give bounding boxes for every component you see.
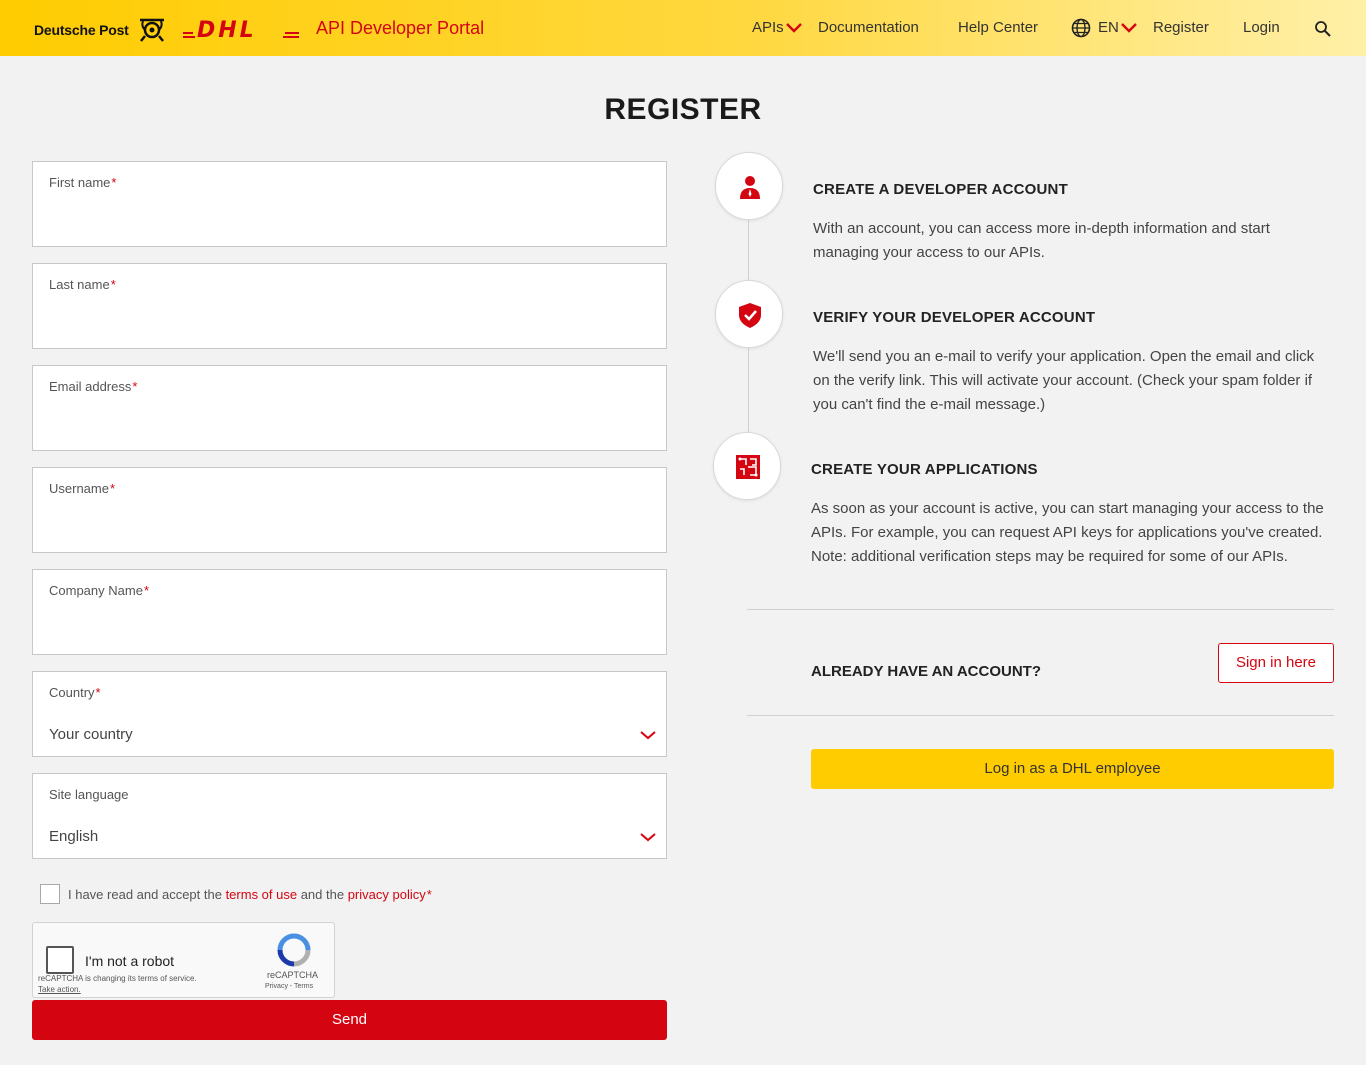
required-mark: * — [110, 277, 116, 292]
chevron-down-icon[interactable] — [786, 22, 802, 34]
country-select[interactable]: Country* Your country — [32, 671, 667, 757]
step-title: CREATE YOUR APPLICATIONS — [811, 461, 1038, 478]
recaptcha-widget: I'm not a robot reCAPTCHA is changing it… — [32, 922, 335, 998]
step-icon-circle — [715, 280, 783, 348]
terms-checkbox[interactable] — [40, 884, 60, 904]
last-name-field[interactable]: Last name* — [32, 263, 667, 349]
step-description: We'll send you an e-mail to verify your … — [813, 348, 1315, 413]
required-mark: * — [143, 583, 149, 598]
last-name-label: Last name* — [49, 277, 116, 292]
site-language-value[interactable]: English — [49, 828, 98, 845]
page-title: REGISTER — [604, 93, 762, 126]
required-mark: * — [111, 175, 117, 190]
divider — [747, 715, 1334, 716]
shield-check-icon — [739, 303, 761, 328]
captcha-privacy-terms[interactable]: Privacy - Terms — [265, 983, 313, 990]
user-icon — [740, 176, 760, 199]
captcha-label: I'm not a robot — [85, 953, 175, 969]
search-icon[interactable] — [1314, 20, 1332, 38]
required-mark: * — [132, 379, 138, 394]
circuit-icon — [736, 455, 760, 479]
country-value[interactable]: Your country — [49, 726, 133, 743]
divider — [747, 609, 1334, 610]
captcha-notice: reCAPTCHA is changing its terms of servi… — [38, 974, 197, 983]
captcha-brand: reCAPTCHA — [267, 970, 319, 980]
site-header: Deutsche Post DHL API Developer Portal A… — [0, 0, 1366, 56]
email-field[interactable]: Email address* — [32, 365, 667, 451]
required-mark: * — [426, 887, 432, 902]
terms-of-use-link[interactable]: terms of use — [226, 887, 298, 902]
captcha-take-action-link[interactable]: Take action. — [38, 985, 81, 994]
portal-title[interactable]: API Developer Portal — [316, 18, 484, 39]
first-name-field[interactable]: First name* — [32, 161, 667, 247]
company-name-field[interactable]: Company Name* — [32, 569, 667, 655]
step-icon-circle — [715, 152, 783, 220]
nav-language[interactable]: EN — [1098, 19, 1119, 36]
first-name-label: First name* — [49, 175, 117, 190]
already-have-account-label: ALREADY HAVE AN ACCOUNT? — [811, 663, 1042, 680]
nav-login[interactable]: Login — [1243, 19, 1280, 36]
email-label: Email address* — [49, 379, 138, 394]
step-description: With an account, you can access more in-… — [813, 220, 1270, 261]
username-label: Username* — [49, 481, 116, 496]
dhl-employee-login-button[interactable]: Log in as a DHL employee — [811, 749, 1334, 789]
required-mark: * — [95, 685, 101, 700]
send-button[interactable]: Send — [32, 1000, 667, 1040]
company-name-label: Company Name* — [49, 583, 149, 598]
deutsche-post-brand[interactable]: Deutsche Post — [34, 22, 129, 38]
globe-icon[interactable] — [1071, 18, 1091, 38]
privacy-policy-link[interactable]: privacy policy — [348, 887, 426, 902]
recaptcha-logo-icon — [277, 933, 311, 967]
step-description: As soon as your account is active, you c… — [811, 500, 1324, 565]
nav-register[interactable]: Register — [1153, 19, 1209, 36]
required-mark: * — [109, 481, 116, 496]
step-title: CREATE A DEVELOPER ACCOUNT — [813, 181, 1068, 198]
chevron-down-icon[interactable] — [1121, 22, 1137, 34]
username-field[interactable]: Username* — [32, 467, 667, 553]
nav-help-center[interactable]: Help Center — [958, 19, 1038, 36]
terms-text: I have read and accept the terms of use … — [68, 887, 432, 902]
step-title: VERIFY YOUR DEVELOPER ACCOUNT — [813, 309, 1096, 326]
captcha-checkbox[interactable] — [46, 946, 74, 974]
chevron-down-icon[interactable] — [640, 832, 656, 842]
chevron-down-icon[interactable] — [640, 730, 656, 740]
site-language-select[interactable]: Site language English — [32, 773, 667, 859]
country-label: Country* — [49, 685, 101, 700]
svg-text:DHL: DHL — [197, 18, 257, 40]
site-language-label: Site language — [49, 787, 129, 802]
nav-apis[interactable]: APIs — [752, 19, 784, 36]
nav-documentation[interactable]: Documentation — [818, 19, 919, 36]
posthorn-logo-icon[interactable] — [137, 16, 167, 42]
sign-in-button[interactable]: Sign in here — [1218, 643, 1334, 683]
dhl-logo-icon[interactable]: DHL — [183, 18, 299, 40]
step-icon-circle — [713, 432, 781, 500]
